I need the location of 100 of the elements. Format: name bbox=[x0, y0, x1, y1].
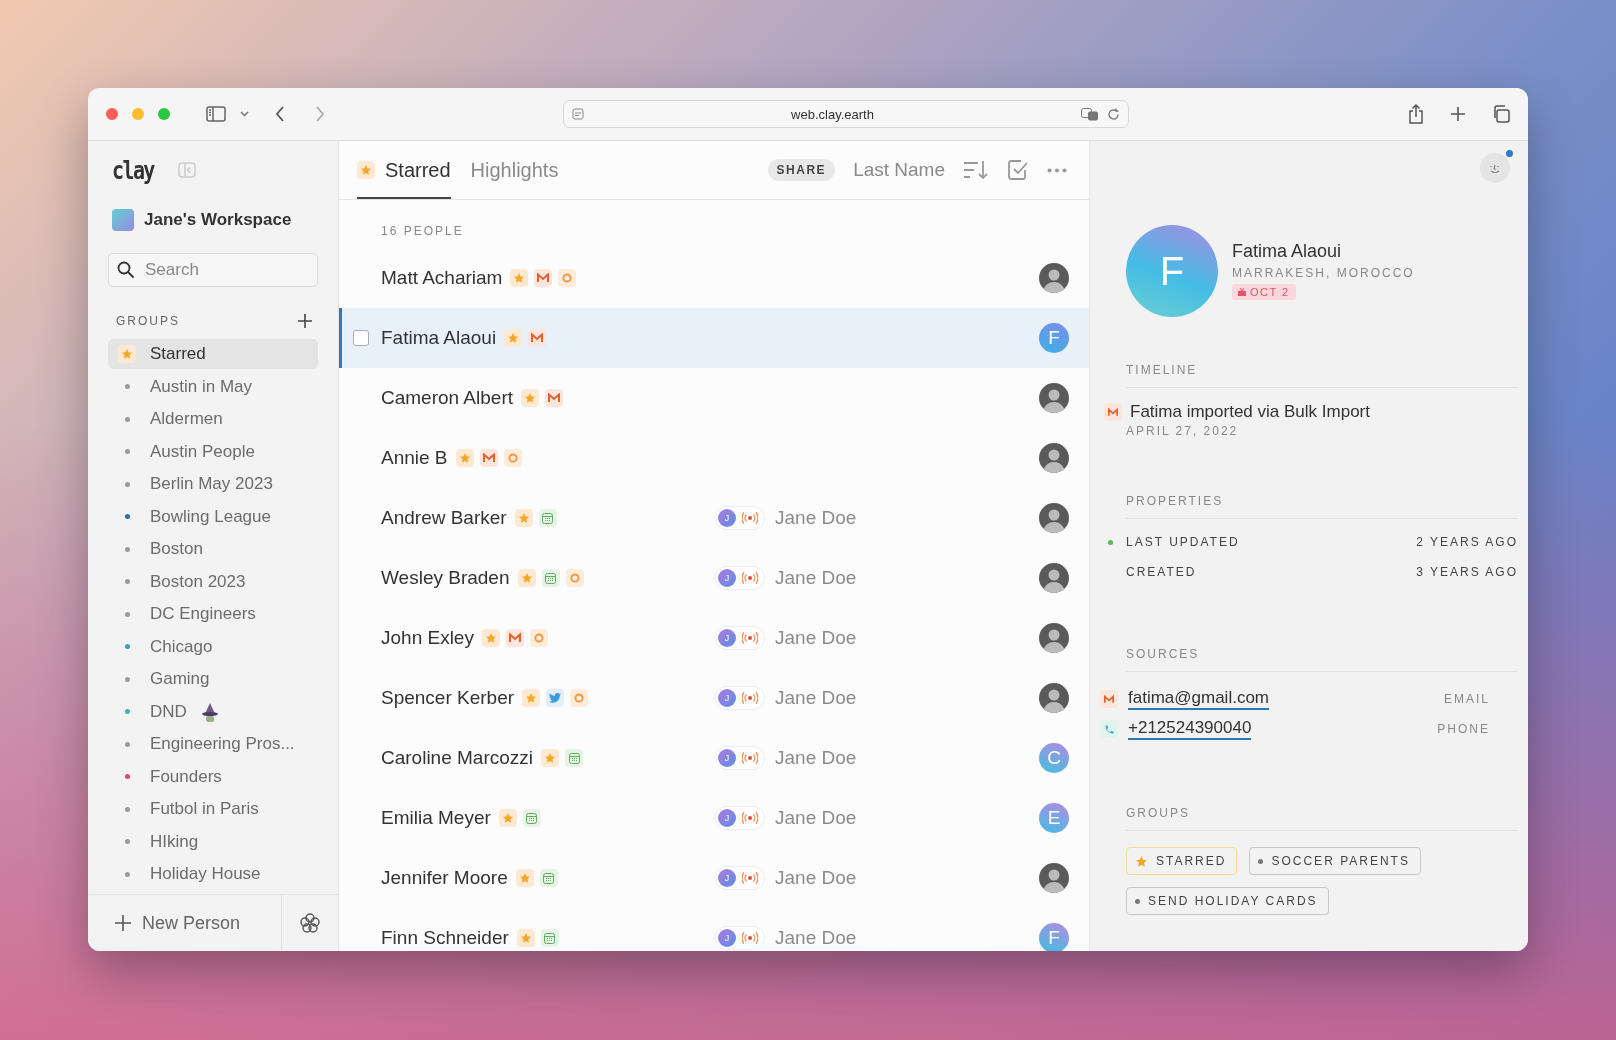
group-item[interactable]: Gaming bbox=[108, 664, 318, 694]
calendar-icon bbox=[542, 512, 554, 524]
avatar-silhouette bbox=[1039, 503, 1069, 533]
person-row[interactable]: Caroline Marcozzi J Jane Doe C bbox=[339, 728, 1089, 788]
avatar-silhouette bbox=[1039, 443, 1069, 473]
group-item[interactable]: Chicago bbox=[108, 631, 318, 662]
group-chip[interactable]: SEND HOLIDAY CARDS bbox=[1126, 887, 1329, 915]
forward-icon[interactable] bbox=[315, 106, 325, 122]
properties-heading: PROPERTIES bbox=[1126, 494, 1518, 519]
group-item[interactable]: HIking bbox=[108, 826, 318, 857]
avatar-silhouette bbox=[1039, 863, 1069, 893]
sidebar-icon[interactable] bbox=[206, 106, 226, 122]
add-icon[interactable] bbox=[298, 314, 312, 328]
ring-icon bbox=[569, 573, 580, 583]
url-text: web.clay.earth bbox=[790, 106, 875, 122]
share-button[interactable]: SHARE bbox=[767, 159, 836, 181]
group-item[interactable]: Founders bbox=[108, 761, 318, 792]
close-button[interactable] bbox=[106, 108, 118, 120]
group-item[interactable]: Starred bbox=[108, 339, 318, 369]
sort-icon[interactable] bbox=[963, 160, 989, 180]
calendar-icon bbox=[544, 932, 556, 944]
group-item[interactable]: DND bbox=[108, 696, 318, 727]
share-icon[interactable] bbox=[1408, 104, 1424, 124]
group-label: Berlin May 2023 bbox=[150, 474, 273, 494]
calendar-icon bbox=[526, 812, 538, 824]
broadcast-icon bbox=[742, 512, 758, 524]
person-row[interactable]: John Exley J Jane Doe bbox=[339, 608, 1089, 668]
person-name: Andrew Barker bbox=[381, 507, 507, 529]
group-chip[interactable]: SOCCER PARENTS bbox=[1249, 847, 1421, 875]
birthday-tag: OCT 2 bbox=[1232, 284, 1296, 300]
broadcast-icon bbox=[742, 752, 758, 764]
broadcast-icon bbox=[742, 812, 758, 824]
star-icon bbox=[458, 452, 471, 464]
chevron-down-icon[interactable] bbox=[240, 111, 249, 117]
dot-icon bbox=[1258, 858, 1264, 864]
new-tab-icon[interactable] bbox=[1450, 106, 1466, 122]
group-item[interactable]: Futbol in Paris bbox=[108, 794, 318, 824]
star-icon bbox=[513, 272, 526, 284]
owner-name: Jane Doe bbox=[775, 627, 857, 649]
property-label: CREATED bbox=[1126, 565, 1198, 579]
star-icon bbox=[518, 872, 531, 884]
group-item[interactable]: Berlin May 2023 bbox=[108, 469, 318, 499]
person-row[interactable]: Emilia Meyer J Jane Doe E bbox=[339, 788, 1089, 848]
person-row[interactable]: Fatima Alaoui F bbox=[339, 308, 1089, 368]
search-input[interactable]: Search bbox=[143, 259, 297, 281]
star-icon bbox=[517, 512, 530, 524]
workspace-name[interactable]: Jane's Workspace bbox=[144, 210, 292, 230]
star-icon bbox=[1135, 854, 1148, 868]
person-row[interactable]: Cameron Albert bbox=[339, 368, 1089, 428]
row-checkbox[interactable] bbox=[353, 330, 369, 346]
group-label: DND bbox=[150, 701, 187, 722]
star-icon bbox=[544, 752, 557, 764]
face-avatar[interactable] bbox=[1480, 153, 1510, 183]
person-row[interactable]: Annie B bbox=[339, 428, 1089, 488]
person-row[interactable]: Spencer Kerber J Jane Doe bbox=[339, 668, 1089, 728]
source-link[interactable]: +212524390040 bbox=[1128, 718, 1252, 740]
dot-icon bbox=[1135, 898, 1140, 904]
group-label: HIking bbox=[150, 831, 199, 852]
tab[interactable]: Starred bbox=[357, 141, 451, 199]
group-label: Bowling League bbox=[150, 506, 271, 527]
tabs-icon[interactable] bbox=[1492, 105, 1510, 123]
person-row[interactable]: Andrew Barker J Jane Doe bbox=[339, 488, 1089, 548]
group-chip[interactable]: STARRED bbox=[1126, 847, 1238, 875]
group-item[interactable]: Austin in May bbox=[108, 371, 318, 402]
group-label: Chicago bbox=[150, 636, 213, 657]
calendar-icon bbox=[543, 872, 555, 884]
checkbox-icon[interactable] bbox=[1007, 159, 1029, 181]
translate-icon[interactable] bbox=[1081, 107, 1099, 121]
groups-heading: GROUPS bbox=[1126, 806, 1518, 831]
avatar: F bbox=[1039, 323, 1069, 353]
person-row[interactable]: Jennifer Moore J Jane Doe bbox=[339, 848, 1089, 908]
phone-icon bbox=[1103, 723, 1115, 735]
back-icon[interactable] bbox=[275, 106, 285, 122]
group-item[interactable]: Boston 2023 bbox=[108, 566, 318, 597]
group-item[interactable]: Aldermen bbox=[108, 404, 318, 434]
person-row[interactable]: Wesley Braden J Jane Doe bbox=[339, 548, 1089, 608]
owner-avatar: J bbox=[718, 929, 736, 947]
group-label: Austin in May bbox=[150, 376, 253, 397]
reload-icon[interactable] bbox=[1107, 107, 1120, 121]
source-type: EMAIL bbox=[1444, 692, 1490, 706]
mail-icon bbox=[508, 633, 521, 643]
group-item[interactable]: Engineering Pros... bbox=[108, 729, 318, 759]
source-link[interactable]: fatima@gmail.com bbox=[1128, 688, 1269, 710]
group-label: Starred bbox=[150, 344, 206, 364]
more-icon[interactable] bbox=[1047, 167, 1067, 173]
group-item[interactable]: Austin People bbox=[108, 436, 318, 467]
new-person-button[interactable]: New Person bbox=[88, 895, 282, 951]
group-item[interactable]: Bowling League bbox=[108, 501, 318, 532]
star-icon bbox=[524, 392, 536, 404]
person-row[interactable]: Matt Achariam bbox=[339, 248, 1089, 308]
group-item[interactable]: Boston bbox=[108, 534, 318, 564]
address-bar[interactable]: web.clay.earth bbox=[563, 100, 1129, 128]
person-row[interactable]: Finn Schneider J Jane Doe F bbox=[339, 908, 1089, 951]
ring-icon bbox=[562, 273, 573, 283]
owner-name: Jane Doe bbox=[775, 507, 857, 529]
search-field[interactable]: Search bbox=[108, 253, 318, 287]
source-type: PHONE bbox=[1437, 722, 1490, 736]
star-icon bbox=[520, 572, 533, 584]
group-item[interactable]: Holiday House bbox=[108, 859, 318, 889]
group-item[interactable]: DC Engineers bbox=[108, 599, 318, 629]
